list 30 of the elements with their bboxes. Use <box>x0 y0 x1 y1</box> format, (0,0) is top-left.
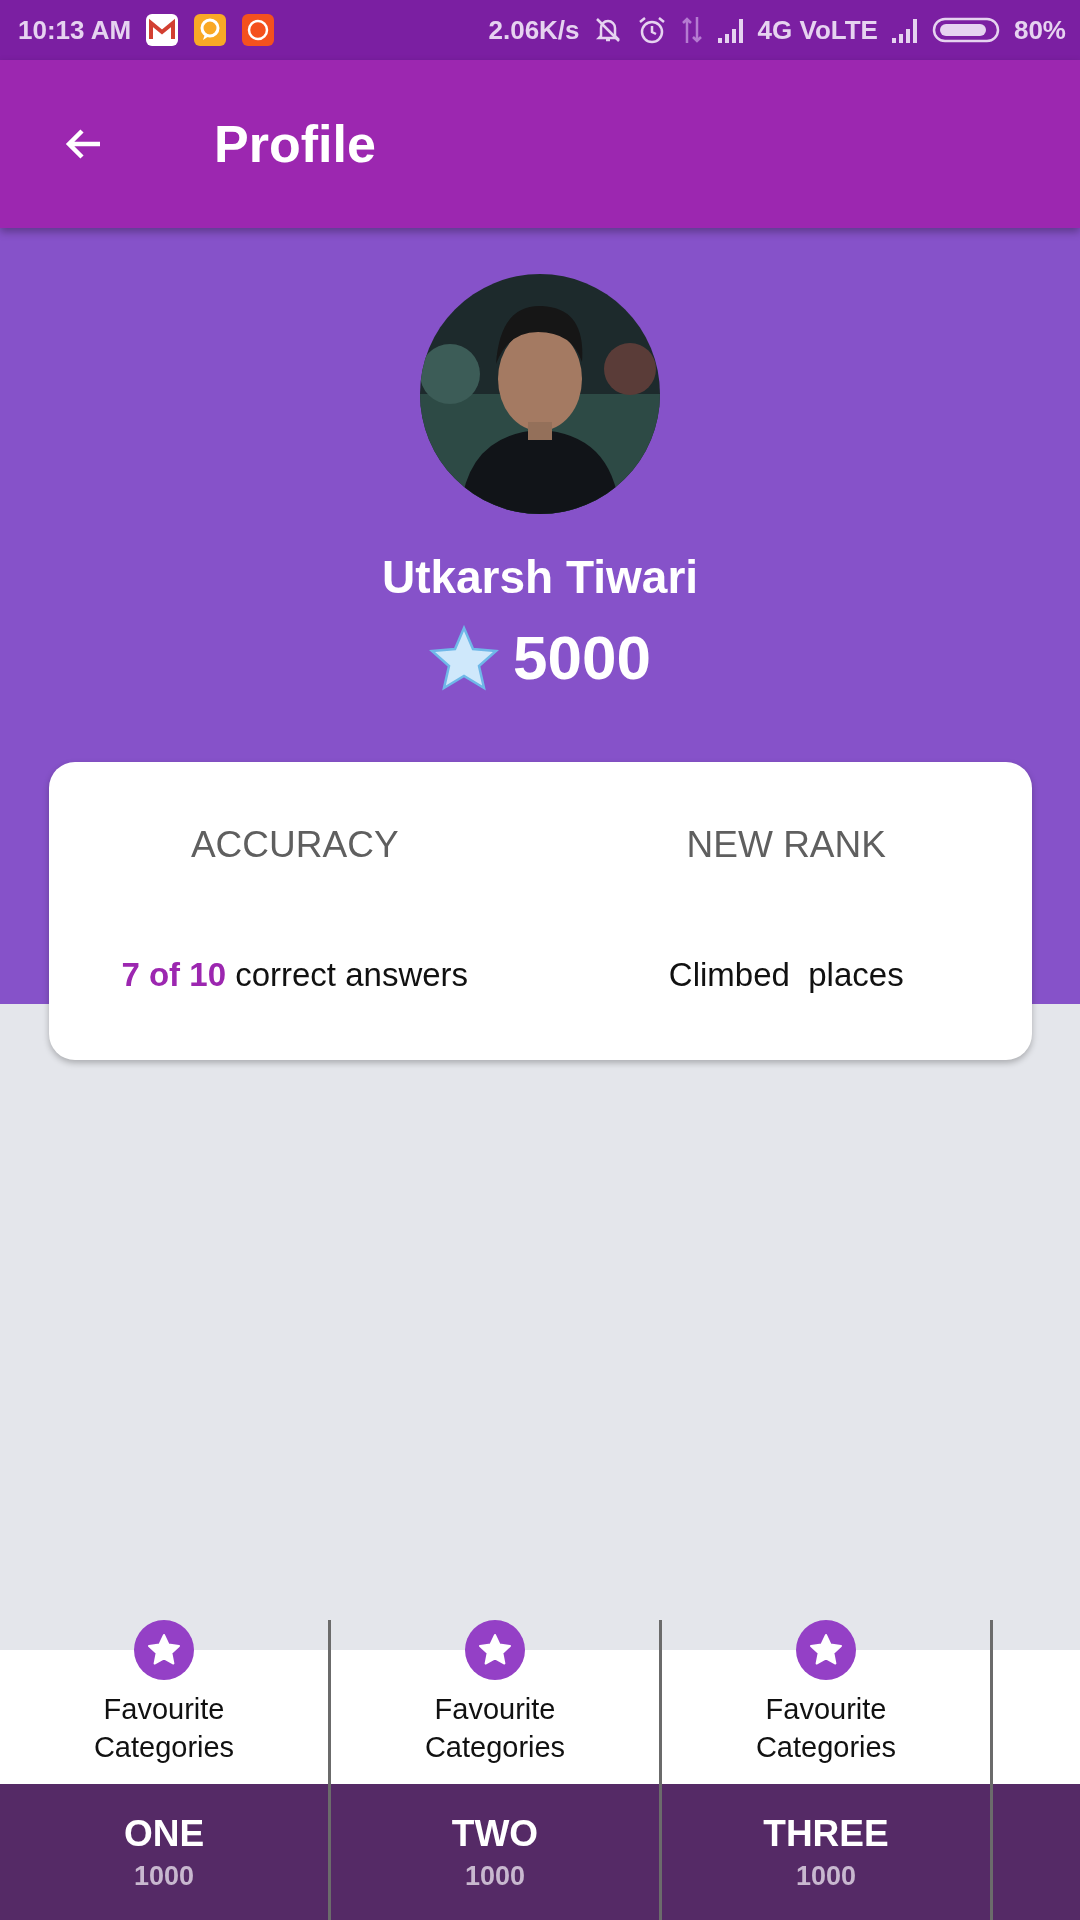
category-label: Favourite Categories <box>423 1692 567 1765</box>
app-icon <box>241 13 276 47</box>
category-label: Favourite Categories <box>754 1692 898 1765</box>
chat-icon <box>193 13 228 47</box>
mail-icon <box>145 13 180 47</box>
stat-label: NEW RANK <box>686 824 886 866</box>
category-card[interactable]: Favourite Categories <box>662 1650 990 1784</box>
stat-value: Climbed places <box>668 956 904 994</box>
category-card[interactable]: Favourite Categories <box>0 1650 328 1784</box>
category-name: THREE <box>763 1812 889 1855</box>
category-name: TWO <box>451 1812 539 1855</box>
signal-icon <box>715 17 746 43</box>
category-name: ONE <box>123 1812 205 1855</box>
star-icon <box>429 624 500 691</box>
category-score: 1000 <box>133 1860 195 1892</box>
battery-icon <box>931 16 1002 44</box>
user-name: Utkarsh Tiwari <box>381 550 699 604</box>
stat-value: 7 of 10 correct answers <box>121 956 469 994</box>
points-value: 5000 <box>513 622 651 693</box>
screen-title: Profile <box>214 114 376 174</box>
network-speed: 2.06K/s <box>488 14 580 46</box>
signal-icon <box>889 17 920 43</box>
category-score: 1000 <box>464 1860 526 1892</box>
stat-label: ACCURACY <box>190 824 399 866</box>
category-card[interactable]: Favourite Categories <box>331 1650 659 1784</box>
clock: 10:13 AM <box>18 14 132 46</box>
category-label: Favourite Categories <box>92 1692 236 1765</box>
category-score: 1000 <box>795 1860 857 1892</box>
network-type: 4G VoLTE <box>757 14 878 46</box>
battery-level: 80% <box>1013 14 1066 46</box>
